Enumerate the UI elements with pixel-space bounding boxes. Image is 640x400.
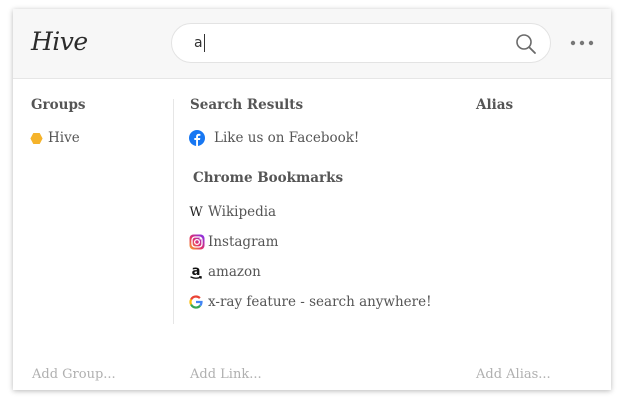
chrome-bookmarks-title: Chrome Bookmarks	[193, 170, 344, 186]
bookmark-item-label: Instagram	[208, 234, 279, 250]
bookmark-item-label: Wikipedia	[208, 204, 277, 220]
bookmark-item-wikipedia[interactable]: W Wikipedia	[189, 204, 276, 220]
text-caret	[204, 34, 205, 52]
svg-text:a: a	[192, 264, 201, 279]
header: Hive	[13, 9, 611, 79]
groups-title: Groups	[31, 97, 86, 113]
bookmark-item-label: x-ray feature - search anywhere!	[208, 294, 432, 310]
amazon-icon: a	[189, 264, 203, 280]
add-group-link[interactable]: Add Group...	[32, 367, 116, 382]
search-input[interactable]	[194, 32, 494, 54]
search-box[interactable]	[171, 23, 551, 63]
hexagon-icon	[30, 130, 43, 146]
bookmark-item-label: amazon	[208, 264, 261, 280]
alias-title: Alias	[476, 97, 514, 113]
search-icon[interactable]	[514, 32, 538, 56]
wikipedia-icon: W	[189, 204, 203, 220]
group-item-hive[interactable]: Hive	[30, 130, 80, 146]
bookmark-item-instagram[interactable]: Instagram	[189, 234, 278, 250]
result-item-facebook[interactable]: Like us on Facebook!	[189, 130, 359, 146]
google-icon	[189, 294, 203, 310]
facebook-icon	[189, 130, 205, 146]
instagram-icon	[189, 234, 205, 250]
more-options-icon[interactable]	[569, 39, 595, 47]
add-alias-link[interactable]: Add Alias...	[476, 367, 551, 382]
bookmark-item-amazon[interactable]: a amazon	[189, 264, 261, 280]
add-link-link[interactable]: Add Link...	[190, 367, 262, 382]
result-item-label: Like us on Facebook!	[214, 130, 360, 146]
bookmark-item-xray[interactable]: x-ray feature - search anywhere!	[189, 294, 432, 310]
hive-logo[interactable]: Hive	[31, 27, 88, 56]
group-item-label: Hive	[48, 130, 80, 146]
hive-popup: Hive Groups Search Results Alias Hive	[13, 9, 611, 390]
column-divider	[173, 99, 174, 324]
search-results-title: Search Results	[190, 97, 304, 113]
